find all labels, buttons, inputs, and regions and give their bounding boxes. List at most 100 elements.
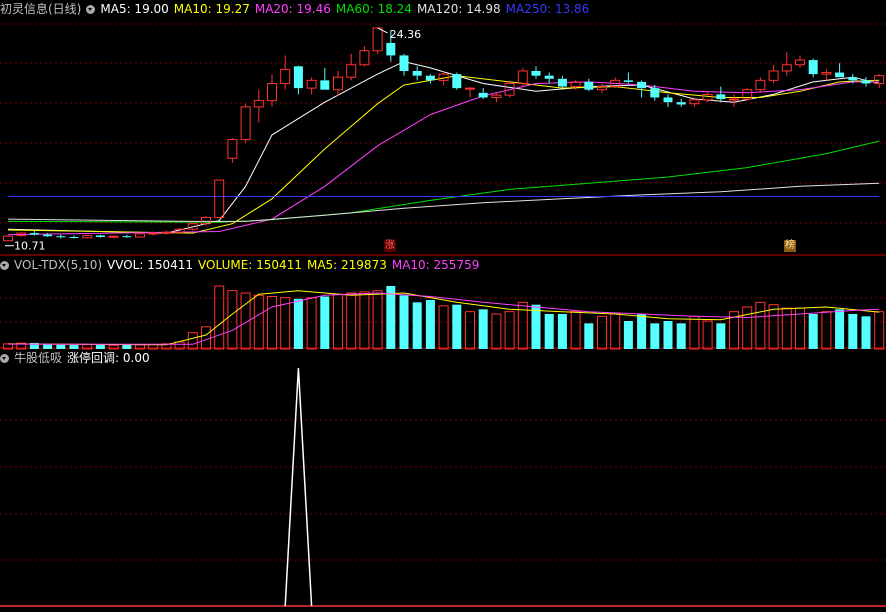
volume-bar — [637, 314, 647, 349]
volume-bar — [227, 290, 238, 350]
volume-bar — [676, 323, 686, 349]
volume-bar — [874, 311, 885, 350]
candle-body — [452, 74, 462, 89]
candle-body — [623, 80, 633, 82]
candle-body — [478, 92, 488, 98]
candle-body — [637, 81, 647, 89]
volume-bar — [755, 301, 766, 350]
candle-body — [267, 82, 277, 102]
candle-body — [161, 231, 172, 234]
ma250-label: MA250: 13.86 — [505, 2, 590, 16]
candle-body — [544, 75, 554, 79]
ma-line-ma20 — [7, 81, 880, 236]
candle-body — [861, 80, 871, 84]
ma60-label: MA60: 18.24 — [335, 2, 412, 16]
candle-body — [253, 100, 264, 108]
stock-name-label: 初灵信息(日线) — [0, 2, 82, 16]
volume-bar — [531, 304, 541, 349]
candle-body — [333, 76, 343, 91]
candle-body — [425, 75, 435, 81]
vol-ma10-label: MA10: 255759 — [391, 258, 480, 272]
candle-body — [729, 98, 739, 101]
candle-body — [148, 232, 159, 235]
volume-bar — [386, 286, 396, 349]
volume-header: VOL-TDX(5,10) VVOL: 150411 VOLUME: 150411 M… — [0, 256, 484, 274]
volume-bar — [742, 306, 753, 350]
candle-body — [755, 79, 766, 91]
candle-body — [43, 234, 53, 237]
dropdown-icon[interactable] — [0, 354, 9, 363]
candle-body — [29, 233, 39, 235]
volume-bar — [267, 296, 277, 350]
ma5-label: MA5: 19.00 — [100, 2, 169, 16]
candle-body — [386, 42, 396, 56]
volume-bar — [201, 326, 211, 350]
candle-body — [69, 236, 79, 238]
volume-bar — [280, 297, 291, 350]
volume-bar — [359, 291, 370, 350]
candle-body — [95, 235, 105, 237]
volume-bar — [452, 304, 462, 349]
volume-bar — [438, 305, 449, 350]
candle-body — [108, 235, 119, 238]
candle-body — [557, 78, 567, 87]
volume-bar — [768, 304, 779, 350]
volume-bar — [491, 313, 502, 350]
volume-bar — [689, 315, 700, 350]
volume-bar — [808, 314, 818, 349]
candle-body — [663, 97, 673, 103]
volume-bar — [570, 311, 581, 350]
zhangting-huitiao-signal — [284, 367, 313, 607]
candle-body — [135, 233, 145, 238]
zhangting-huitiao-label: 涨停回调: 0.00 — [67, 351, 150, 365]
volume-bar — [702, 320, 713, 350]
dropdown-icon[interactable] — [0, 261, 9, 270]
volume-bar — [835, 309, 845, 349]
candle-body — [240, 106, 251, 141]
volume-bar — [306, 297, 317, 350]
longhubang-badge[interactable]: 榜 — [784, 240, 796, 252]
candle-body — [808, 60, 818, 75]
vvol-label: VVOL: 150411 — [107, 258, 194, 272]
candle-body — [781, 64, 792, 72]
indicator-header: 牛股低吸 涨停回调: 0.00 — [0, 349, 155, 367]
candle-body — [517, 70, 528, 84]
vol-indicator-name: VOL-TDX(5,10) — [14, 258, 103, 272]
chart-svg: 24.36 10.71 — [0, 23, 886, 607]
candle-body — [214, 179, 225, 219]
high-price-label: 24.36 — [390, 28, 422, 41]
candle-body — [795, 59, 805, 66]
volume-bar — [584, 323, 594, 349]
volume-bar — [610, 313, 621, 350]
volume-bar — [187, 332, 198, 350]
candle-body — [372, 27, 383, 52]
dropdown-icon[interactable] — [86, 5, 96, 14]
candle-body — [320, 80, 330, 90]
ma-line-ma5 — [7, 61, 880, 234]
volume-bar — [346, 292, 357, 350]
candle-body — [848, 77, 858, 81]
volume-bar — [425, 300, 435, 349]
volume-bar — [821, 311, 832, 350]
ma-line-ma60 — [7, 140, 880, 223]
ma120-label: MA120: 14.98 — [416, 2, 501, 16]
candle-body — [491, 94, 502, 98]
candle-body — [3, 235, 13, 242]
volume-bar — [544, 314, 554, 349]
candle-body — [227, 139, 238, 159]
candle-body — [768, 70, 779, 81]
volume-bar — [399, 295, 409, 349]
ma-line-ma120 — [7, 182, 880, 222]
vol-ma5-label: MA5: 219873 — [306, 258, 387, 272]
volume-bar — [663, 321, 673, 349]
candle-body — [597, 86, 607, 91]
candle-body — [531, 70, 541, 76]
indicator-name: 牛股低吸 — [14, 351, 63, 365]
candle-body — [465, 87, 475, 90]
candle-body — [56, 236, 66, 238]
candle-body — [835, 72, 845, 78]
candle-body — [280, 68, 291, 84]
main-chart-header: 初灵信息(日线) MA5: 19.00 MA10: 19.27 MA20: 19.46… — [0, 0, 594, 18]
candle-body — [821, 72, 832, 75]
zhangting-badge[interactable]: 涨 — [384, 240, 396, 252]
